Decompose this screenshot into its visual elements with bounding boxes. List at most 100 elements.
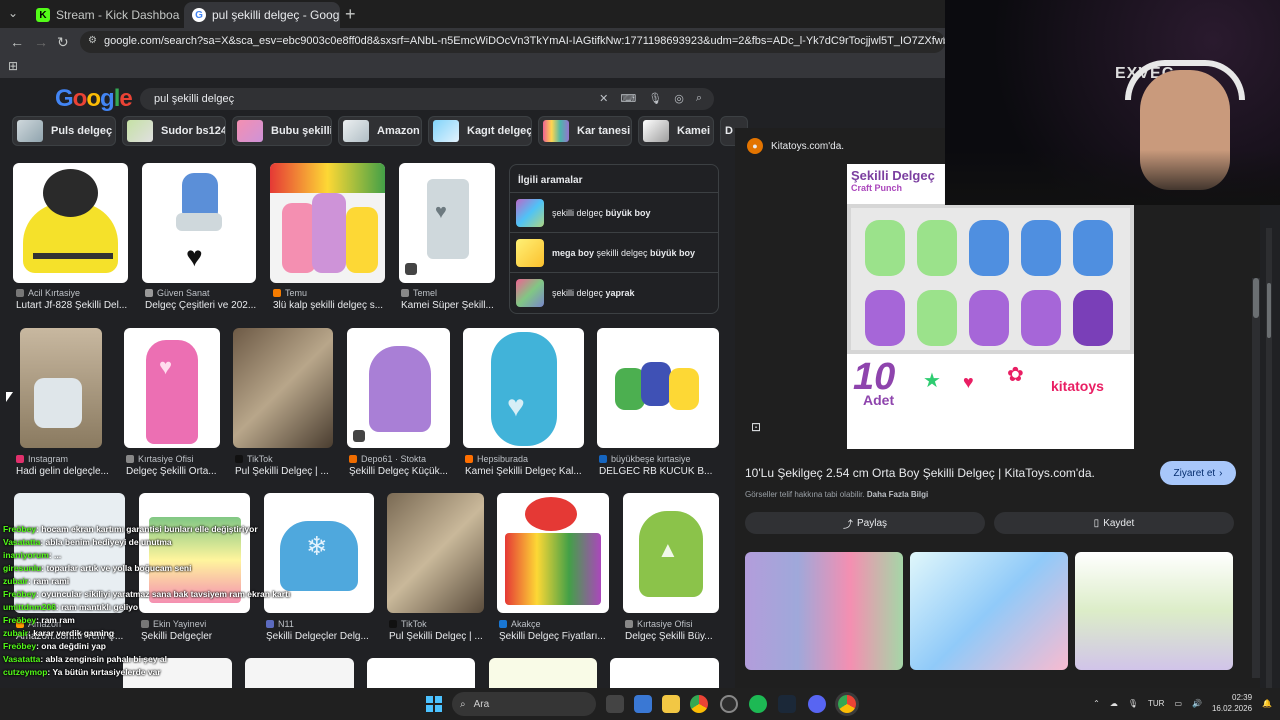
- copyright-notice: Görseller telif hakkına tabi olabilir. D…: [745, 490, 929, 499]
- result-caption[interactable]: Hadi gelin delgeçle...: [16, 466, 116, 477]
- result-caption[interactable]: Şekilli Delgeçler Delg...: [266, 631, 376, 642]
- related-image[interactable]: [745, 552, 903, 670]
- chip[interactable]: Puls delgeç: [12, 116, 116, 146]
- notification-icon[interactable]: 🔔: [1262, 699, 1272, 708]
- result-image[interactable]: [270, 163, 385, 283]
- result-caption[interactable]: Kamei Süper Şekill...: [401, 300, 495, 311]
- start-windows-icon[interactable]: [426, 696, 442, 712]
- chip[interactable]: Kar tanesi: [538, 116, 632, 146]
- result-caption[interactable]: Lutart Jf-828 Şekilli Del...: [16, 300, 128, 311]
- related-item[interactable]: şekilli delgeç büyük boy: [510, 192, 718, 232]
- result-image[interactable]: [387, 493, 484, 613]
- reload-icon[interactable]: ↻: [57, 34, 69, 51]
- scroll-thumb[interactable]: [1267, 283, 1271, 338]
- chrome-active-icon[interactable]: [838, 695, 856, 713]
- save-button[interactable]: ▯ Kaydet: [994, 512, 1234, 534]
- result-image[interactable]: ♥: [463, 328, 584, 448]
- result-caption[interactable]: Delgeç Şekilli Orta...: [126, 466, 222, 477]
- related-image[interactable]: [910, 552, 1068, 670]
- result-caption[interactable]: Delgeç Şekilli Büy...: [625, 631, 721, 642]
- result-image[interactable]: ▲: [623, 493, 719, 613]
- result-image[interactable]: [20, 328, 102, 448]
- learn-more-link[interactable]: Daha Fazla Bilgi: [867, 490, 928, 499]
- related-item[interactable]: mega boy şekilli delgeç büyük boy: [510, 232, 718, 272]
- webcam-overlay: EXVEC: [945, 0, 1280, 205]
- microphone-icon[interactable]: 🎙: [648, 92, 662, 105]
- result-image[interactable]: [347, 328, 450, 448]
- task-view-icon[interactable]: [606, 695, 624, 713]
- result-image[interactable]: ♥: [142, 163, 256, 283]
- apps-grid-icon[interactable]: ⊞: [8, 59, 18, 73]
- forward-icon[interactable]: →: [34, 34, 48, 50]
- result-image[interactable]: [489, 658, 597, 688]
- clear-icon[interactable]: ✕: [599, 92, 608, 105]
- chrome-icon[interactable]: [690, 695, 708, 713]
- microphone-icon[interactable]: 🎙: [1128, 699, 1138, 708]
- result-caption[interactable]: DELGEC RB KUCUK B...: [599, 466, 719, 477]
- system-tray: ⌃ ☁ 🎙 TUR ▭ 🔊 02:39 16.02.2026 🔔: [1093, 692, 1272, 714]
- chip[interactable]: Kagıt delgeç: [428, 116, 532, 146]
- result-caption[interactable]: Şekilli Delgeç Küçük...: [349, 466, 452, 477]
- result-source: Depo61 · Stokta: [349, 454, 452, 464]
- volume-icon[interactable]: 🔊: [1192, 699, 1202, 708]
- chevron-up-icon[interactable]: ⌃: [1093, 699, 1100, 708]
- search-icon[interactable]: ⌕: [696, 92, 702, 105]
- tab-google-search[interactable]: G pul şekilli delgeç - Google'da A ✕: [184, 2, 340, 28]
- page-scrollbar[interactable]: [1266, 228, 1272, 688]
- cloud-icon[interactable]: ☁: [1110, 699, 1118, 708]
- tab-kick-dashboard[interactable]: K Stream - Kick Dashboard ✕: [28, 2, 180, 28]
- result-image[interactable]: [610, 658, 719, 688]
- panel-scrollbar[interactable]: [1252, 278, 1260, 678]
- back-icon[interactable]: ←: [10, 34, 24, 50]
- result-image[interactable]: ♥: [399, 163, 495, 283]
- taskbar: ⌕ Ara ⌃ ☁ 🎙 TUR ▭ 🔊 02:39 16.02.2026 🔔: [0, 688, 1280, 720]
- result-source: Kırtasiye Ofisi: [625, 619, 721, 629]
- result-source: Acil Kırtasiye: [16, 288, 128, 298]
- lens-search-icon[interactable]: ⊡: [751, 420, 761, 434]
- obs-icon[interactable]: [720, 695, 738, 713]
- result-image[interactable]: [497, 493, 609, 613]
- preview-title[interactable]: 10'Lu Şekilgeç 2.54 cm Orta Boy Şekilli …: [745, 466, 1095, 480]
- related-item[interactable]: şekilli delgeç yaprak: [510, 272, 718, 312]
- search-input[interactable]: pul şekilli delgeç ✕ ⌨ 🎙 ◎ ⌕: [140, 88, 714, 110]
- chip[interactable]: Kamei: [638, 116, 714, 146]
- result-caption[interactable]: 3lü kalp şekilli delgeç s...: [273, 300, 385, 311]
- share-button[interactable]: ⤴ Paylaş: [745, 512, 985, 534]
- network-icon[interactable]: ▭: [1174, 699, 1182, 708]
- visit-button[interactable]: Ziyaret et ›: [1160, 461, 1236, 485]
- chip[interactable]: Amazon: [338, 116, 422, 146]
- address-bar[interactable]: ⚙ google.com/search?sa=X&sca_esv=ebc9003…: [80, 31, 945, 53]
- result-image[interactable]: [597, 328, 719, 448]
- result-caption[interactable]: Pul Şekilli Delgeç | ...: [389, 631, 486, 642]
- steam-icon[interactable]: [778, 695, 796, 713]
- site-info-icon[interactable]: ⚙: [88, 35, 97, 46]
- scroll-thumb[interactable]: [1253, 278, 1259, 318]
- clock[interactable]: 02:39 16.02.2026: [1212, 692, 1252, 714]
- spotify-icon[interactable]: [749, 695, 767, 713]
- related-image[interactable]: [1075, 552, 1233, 670]
- result-image[interactable]: [13, 163, 128, 283]
- result-caption[interactable]: Şekilli Delgeç Fiyatları...: [499, 631, 611, 642]
- discord-icon[interactable]: [808, 695, 826, 713]
- taskbar-search[interactable]: ⌕ Ara: [452, 692, 596, 716]
- panel-site[interactable]: Kitatoys.com'da.: [771, 141, 844, 152]
- result-image[interactable]: [233, 328, 333, 448]
- tab-title: Stream - Kick Dashboard: [56, 8, 180, 22]
- chip[interactable]: Sudor bs124: [122, 116, 226, 146]
- keyboard-icon[interactable]: ⌨: [620, 92, 636, 105]
- preview-image[interactable]: Şekilli Delgeç Craft Punch 10 Adet ★ ♥ ✿…: [847, 164, 1134, 449]
- new-tab-button[interactable]: +: [345, 4, 356, 25]
- store-icon[interactable]: [634, 695, 652, 713]
- result-image[interactable]: ♥: [124, 328, 220, 448]
- file-explorer-icon[interactable]: [662, 695, 680, 713]
- tab-search-icon[interactable]: ⌄: [8, 6, 18, 20]
- result-caption[interactable]: Kamei Şekilli Delgeç Kal...: [465, 466, 586, 477]
- result-caption[interactable]: Pul Şekilli Delgeç | ...: [235, 466, 335, 477]
- chip[interactable]: Bubu şekilli: [232, 116, 332, 146]
- google-logo[interactable]: Google: [55, 85, 133, 113]
- lens-icon[interactable]: ◎: [674, 92, 684, 105]
- result-image[interactable]: [367, 658, 475, 688]
- result-caption[interactable]: Delgeç Çeşitleri ve 202...: [145, 300, 257, 311]
- language-indicator[interactable]: TUR: [1148, 699, 1164, 708]
- chat-message: umittdnm206: ram mantıklı geliyo: [3, 602, 139, 612]
